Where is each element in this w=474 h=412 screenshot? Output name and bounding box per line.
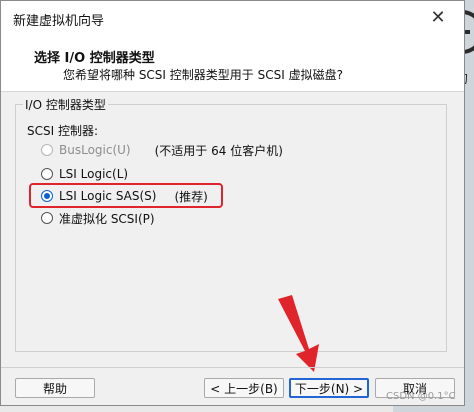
new-vm-wizard-dialog: 新建虚拟机向导 ✕ 选择 I/O 控制器类型 您希望将哪种 SCSI 控制器类型… xyxy=(0,0,465,406)
footer-divider xyxy=(1,367,464,368)
back-button[interactable]: < 上一步(B) xyxy=(204,378,284,398)
help-button[interactable]: 帮助 xyxy=(15,378,95,398)
watermark: CSDN @0.1°C xyxy=(386,391,456,402)
annotation-arrow-icon xyxy=(278,295,319,372)
next-button[interactable]: 下一步(N) > xyxy=(289,378,369,398)
